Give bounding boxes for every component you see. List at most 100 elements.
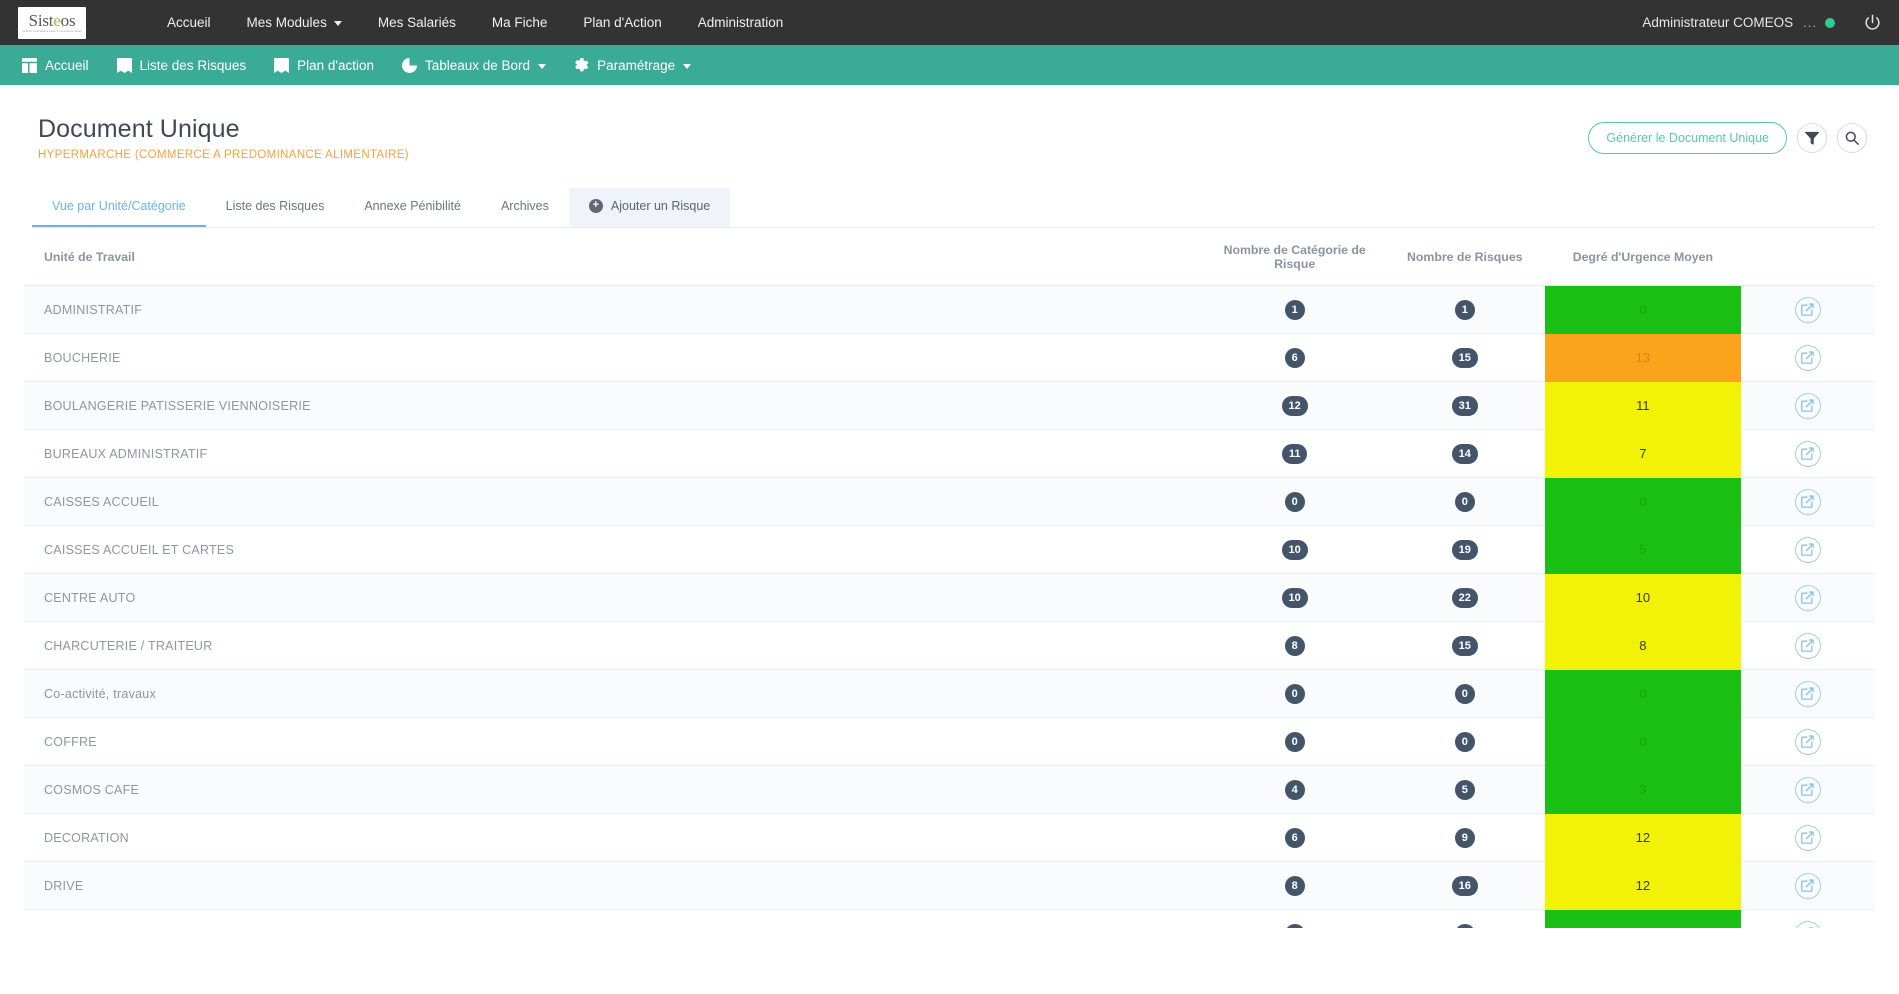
cell-degre-durgence-moyen: 12 <box>1544 861 1741 910</box>
tab-archives[interactable]: Archives <box>481 188 569 227</box>
category-count-badge: 12 <box>1281 395 1308 416</box>
table-row[interactable]: COFFRE 0 0 0 <box>24 717 1875 767</box>
topnav-item-administration[interactable]: Administration <box>680 0 802 45</box>
urgency-degree-value: 0 <box>1544 669 1741 718</box>
cell-actions <box>1740 381 1875 431</box>
edit-square-icon[interactable] <box>1794 872 1821 899</box>
risk-count-badge: 15 <box>1451 635 1478 656</box>
edit-square-icon[interactable] <box>1794 488 1821 515</box>
urgency-degree-value: 13 <box>1544 333 1741 382</box>
cell-nombre-de-risques: 22 <box>1384 573 1545 623</box>
edit-square-icon[interactable] <box>1794 344 1821 371</box>
unit-name-label: ADMINISTRATIF <box>44 302 143 317</box>
tab-label: Liste des Risques <box>225 198 325 213</box>
topnav-item-accueil[interactable]: Accueil <box>149 0 229 45</box>
edit-square-icon[interactable] <box>1794 632 1821 659</box>
table-row[interactable]: CENTRE AUTO 10 22 10 <box>24 573 1875 623</box>
edit-square-icon[interactable] <box>1794 728 1821 755</box>
urgency-degree-value: 0 <box>1544 477 1741 526</box>
table-row[interactable]: ADMINISTRATIF 1 1 0 <box>24 285 1875 335</box>
user-menu-ellipsis[interactable]: ... <box>1803 15 1817 30</box>
cell-degre-durgence-moyen: 12 <box>1544 813 1741 862</box>
subnav-item-accueil[interactable]: Accueil <box>18 45 103 85</box>
unit-name-label: CAISSES ACCUEIL ET CARTES <box>44 542 235 557</box>
cell-unite-de-travail: CENTRE AUTO <box>24 573 1205 623</box>
cell-degre-durgence-moyen: 5 <box>1544 525 1741 574</box>
table-row[interactable]: CHARCUTERIE / TRAITEUR 8 15 8 <box>24 621 1875 671</box>
unit-name-label: BOULANGERIE PATISSERIE VIENNOISERIE <box>44 398 311 413</box>
cell-nombre-de-categorie-de-risque: 8 <box>1204 861 1385 911</box>
edit-square-icon[interactable] <box>1794 296 1821 323</box>
table-row[interactable]: BUREAUX ADMINISTRATIF 11 14 7 <box>24 429 1875 479</box>
table-row[interactable]: DECORATION 6 9 12 <box>24 813 1875 863</box>
topnav-item-ma-fiche[interactable]: Ma Fiche <box>474 0 566 45</box>
topnav-item-plan-daction[interactable]: Plan d'Action <box>565 0 679 45</box>
book-icon <box>274 57 290 73</box>
cell-nombre-de-risques: 14 <box>1384 429 1545 479</box>
filter-icon[interactable] <box>1797 123 1827 153</box>
urgency-degree-value: 7 <box>1544 429 1741 478</box>
edit-square-icon[interactable] <box>1794 776 1821 803</box>
edit-square-icon[interactable] <box>1794 392 1821 419</box>
subnav-item-liste-des-risques[interactable]: Liste des Risques <box>103 45 261 85</box>
edit-square-icon[interactable] <box>1794 536 1821 563</box>
edit-square-icon[interactable] <box>1794 584 1821 611</box>
edit-square-icon[interactable] <box>1794 824 1821 851</box>
page-header: Document Unique HYPERMARCHE (COMMERCE A … <box>24 85 1875 161</box>
edit-square-icon[interactable] <box>1794 440 1821 467</box>
table-row[interactable]: BOULANGERIE PATISSERIE VIENNOISERIE 12 31 1… <box>24 381 1875 431</box>
tab-label: Annexe Pénibilité <box>364 198 461 213</box>
risk-count-badge: 19 <box>1451 539 1478 560</box>
generate-document-button[interactable]: Générer le Document Unique <box>1588 122 1787 154</box>
unit-name-label: BOUCHERIE <box>44 350 121 365</box>
column-header-nombre-de-categorie-de-risque: Nombre de Catégorie de Risque <box>1204 227 1385 286</box>
column-header-nombre-de-risques: Nombre de Risques <box>1384 227 1545 286</box>
subnav-label: Accueil <box>45 57 89 73</box>
table-row[interactable]: COSMOS CAFE 4 5 3 <box>24 765 1875 815</box>
units-table-container: Unité de Travail Nombre de Catégorie de … <box>24 227 1875 928</box>
table-row[interactable]: CAISSES ACCUEIL 0 0 0 <box>24 477 1875 527</box>
subnav-item-tableaux-de-bord[interactable]: Tableaux de Bord <box>388 45 560 85</box>
cell-unite-de-travail: ADMINISTRATIF <box>24 285 1205 335</box>
edit-square-icon[interactable] <box>1794 920 1821 928</box>
risk-count-badge: 1 <box>1454 299 1475 320</box>
category-count-badge: 0 <box>1284 683 1305 704</box>
topnav-item-mes-salaries[interactable]: Mes Salariés <box>360 0 474 45</box>
cell-nombre-de-categorie-de-risque: 1 <box>1204 285 1385 335</box>
tab-ajouter-un-risque[interactable]: + Ajouter un Risque <box>568 187 731 227</box>
topnav-item-mes-modules[interactable]: Mes Modules <box>229 0 360 45</box>
page-header-actions: Générer le Document Unique <box>1588 122 1867 154</box>
cell-actions <box>1740 429 1875 479</box>
tab-vue-par-unite-categorie[interactable]: Vue par Unité/Catégorie <box>32 188 206 227</box>
table-row[interactable]: Co-activité, travaux 0 0 0 <box>24 669 1875 719</box>
table-row[interactable]: CAISSES ACCUEIL ET CARTES 10 19 5 <box>24 525 1875 575</box>
cell-unite-de-travail: BOULANGERIE PATISSERIE VIENNOISERIE <box>24 381 1205 431</box>
subnav-label: Tableaux de Bord <box>424 57 531 73</box>
cell-nombre-de-categorie-de-risque: 6 <box>1204 813 1385 863</box>
subnav-item-parametrage[interactable]: Paramétrage <box>560 45 705 85</box>
cell-nombre-de-risques: 15 <box>1384 621 1545 671</box>
category-count-badge: 6 <box>1284 827 1305 848</box>
tab-liste-des-risques[interactable]: Liste des Risques <box>206 188 345 227</box>
power-icon[interactable] <box>1861 12 1883 34</box>
table-row[interactable]: BOUCHERIE 6 15 13 <box>24 333 1875 383</box>
cell-actions <box>1740 333 1875 383</box>
tab-bar: Vue par Unité/Catégorie Liste des Risque… <box>32 187 1875 228</box>
subnav-item-plan-daction[interactable]: Plan d'action <box>260 45 388 85</box>
table-row[interactable]: Encadrement 0 0 0 <box>24 909 1875 928</box>
secondary-navigation-bar: Accueil Liste des Risques Plan d'action … <box>0 45 1899 85</box>
tab-annexe-penibilite[interactable]: Annexe Pénibilité <box>344 188 481 227</box>
table-row[interactable]: DRIVE 8 16 12 <box>24 861 1875 911</box>
cell-nombre-de-risques: 16 <box>1384 861 1545 911</box>
cell-actions <box>1740 669 1875 719</box>
app-logo[interactable]: Sisteos solution informatique santé & sé… <box>18 6 86 39</box>
edit-square-icon[interactable] <box>1794 680 1821 707</box>
category-count-badge: 0 <box>1284 923 1305 928</box>
top-navigation-bar: Sisteos solution informatique santé & sé… <box>0 0 1899 45</box>
search-icon[interactable] <box>1837 123 1867 153</box>
dashboard-icon <box>22 57 37 73</box>
cell-degre-durgence-moyen: 8 <box>1544 621 1741 670</box>
cell-nombre-de-categorie-de-risque: 4 <box>1204 765 1385 815</box>
top-nav-links: Accueil Mes Modules Mes Salariés Ma Fich… <box>149 0 801 45</box>
risk-count-badge: 5 <box>1454 779 1475 800</box>
